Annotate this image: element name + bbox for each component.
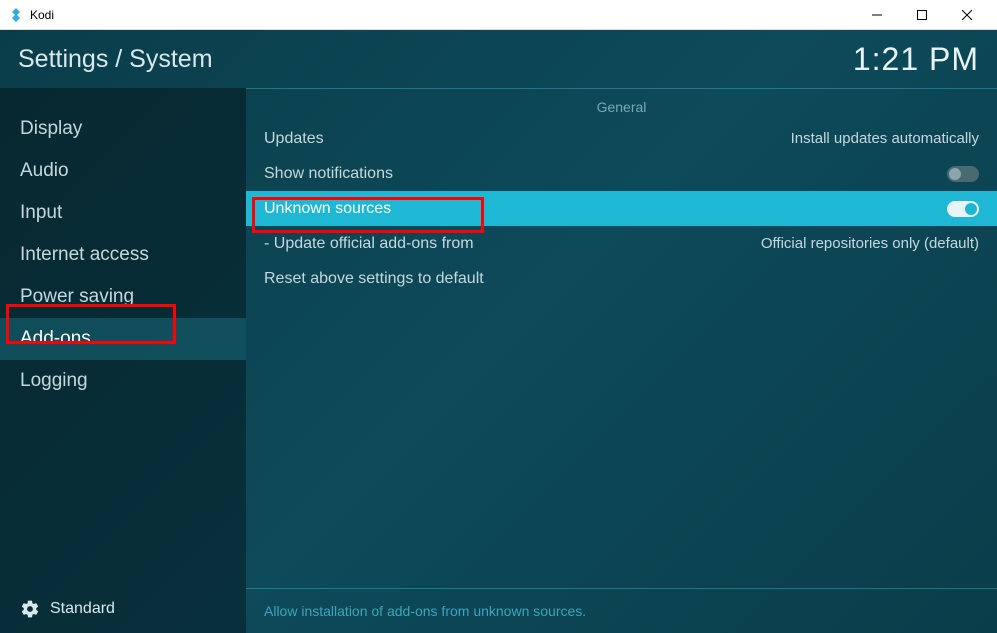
- setting-label: - Update official add-ons from: [264, 235, 474, 253]
- setting-label: Updates: [264, 130, 324, 148]
- toggle-on[interactable]: [947, 201, 979, 217]
- setting-reset-defaults[interactable]: Reset above settings to default: [246, 261, 997, 296]
- sidebar-item-display[interactable]: Display: [0, 108, 246, 150]
- setting-label: Unknown sources: [264, 200, 391, 218]
- setting-show-notifications[interactable]: Show notifications: [246, 156, 997, 191]
- sidebar-item-power-saving[interactable]: Power saving: [0, 276, 246, 318]
- sidebar-item-audio[interactable]: Audio: [0, 150, 246, 192]
- settings-main: General Updates Install updates automati…: [246, 88, 997, 633]
- window-title: Kodi: [30, 8, 854, 22]
- section-header-general: General: [246, 89, 997, 121]
- sidebar-item-internet-access[interactable]: Internet access: [0, 234, 246, 276]
- window-controls: [854, 0, 989, 30]
- setting-value: Official repositories only (default): [761, 235, 979, 252]
- maximize-button[interactable]: [899, 0, 944, 30]
- app-icon: [8, 7, 24, 23]
- clock: 1:21 PM: [853, 41, 979, 78]
- window-titlebar: Kodi: [0, 0, 997, 30]
- setting-update-official-addons[interactable]: - Update official add-ons from Official …: [246, 226, 997, 261]
- close-button[interactable]: [944, 0, 989, 30]
- sidebar-item-logging[interactable]: Logging: [0, 360, 246, 402]
- sidebar-item-input[interactable]: Input: [0, 192, 246, 234]
- setting-unknown-sources[interactable]: Unknown sources: [246, 191, 997, 226]
- help-footer: Allow installation of add-ons from unkno…: [246, 588, 997, 633]
- breadcrumb: Settings / System: [18, 45, 213, 74]
- setting-label: Show notifications: [264, 165, 393, 183]
- toggle-off[interactable]: [947, 166, 979, 182]
- settings-level-label: Standard: [50, 600, 115, 618]
- sidebar-item-add-ons[interactable]: Add-ons: [0, 318, 246, 360]
- setting-label: Reset above settings to default: [264, 270, 484, 288]
- app-header: Settings / System 1:21 PM: [0, 30, 997, 88]
- minimize-button[interactable]: [854, 0, 899, 30]
- settings-sidebar: Display Audio Input Internet access Powe…: [0, 88, 246, 633]
- settings-level[interactable]: Standard: [0, 585, 246, 633]
- setting-updates[interactable]: Updates Install updates automatically: [246, 121, 997, 156]
- gear-icon: [20, 599, 40, 619]
- app-body: Settings / System 1:21 PM Display Audio …: [0, 30, 997, 633]
- setting-value: Install updates automatically: [791, 130, 979, 147]
- content-body: Display Audio Input Internet access Powe…: [0, 88, 997, 633]
